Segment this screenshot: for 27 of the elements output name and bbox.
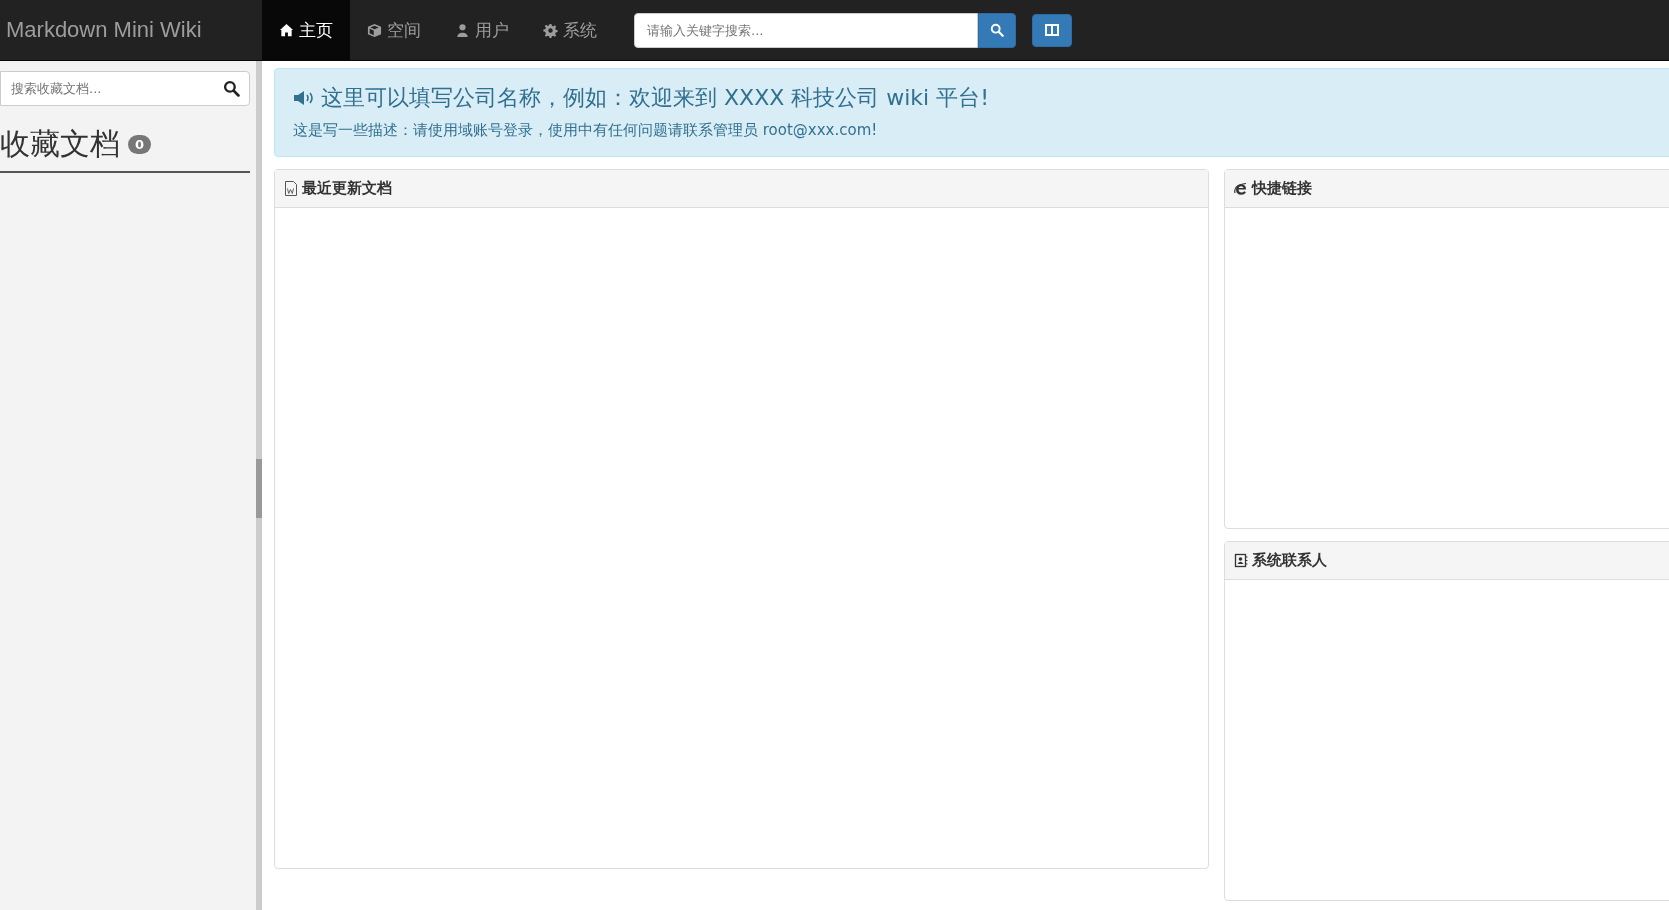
count-badge: 0 — [128, 135, 152, 154]
nav-tab[interactable]: 系统 — [526, 0, 614, 60]
browser-e-icon — [1234, 181, 1248, 196]
favorites-search-field[interactable]: 搜索收藏文档... — [0, 71, 250, 106]
document-icon — [284, 181, 298, 196]
nav-tab[interactable]: 空间 — [350, 0, 438, 60]
panel-title: 快捷链接 — [1252, 179, 1312, 198]
alert-description: 这是写一些描述：请使用域账号登录，使用中有任何问题请联系管理员 root@xxx.com! — [293, 121, 879, 140]
home-icon — [279, 22, 294, 38]
favorites-title: 收藏文档 — [0, 125, 120, 163]
nav-tab[interactable]: 主页 — [262, 0, 350, 60]
user-icon — [455, 22, 470, 38]
speaker-icon — [293, 89, 315, 107]
cube-icon — [367, 22, 382, 38]
search-button[interactable] — [978, 12, 1016, 48]
brand-title[interactable]: Markdown Mini Wiki — [6, 17, 202, 43]
search-icon — [990, 23, 1004, 37]
toggle-sidebar-button[interactable] — [1032, 13, 1072, 47]
contact-card-icon — [1234, 553, 1248, 568]
nav-tab[interactable]: 用户 — [438, 0, 526, 60]
gear-icon — [543, 22, 558, 38]
panel-title: 最近更新文档 — [302, 179, 392, 198]
alert-title: 这里可以填写公司名称，例如：欢迎来到 XXXX 科技公司 wiki 平台! — [321, 84, 990, 112]
search-icon — [223, 80, 240, 97]
search-field[interactable]: 请输入关键字搜索... — [634, 12, 978, 48]
panel-title: 系统联系人 — [1252, 551, 1327, 570]
columns-icon — [1045, 24, 1059, 36]
